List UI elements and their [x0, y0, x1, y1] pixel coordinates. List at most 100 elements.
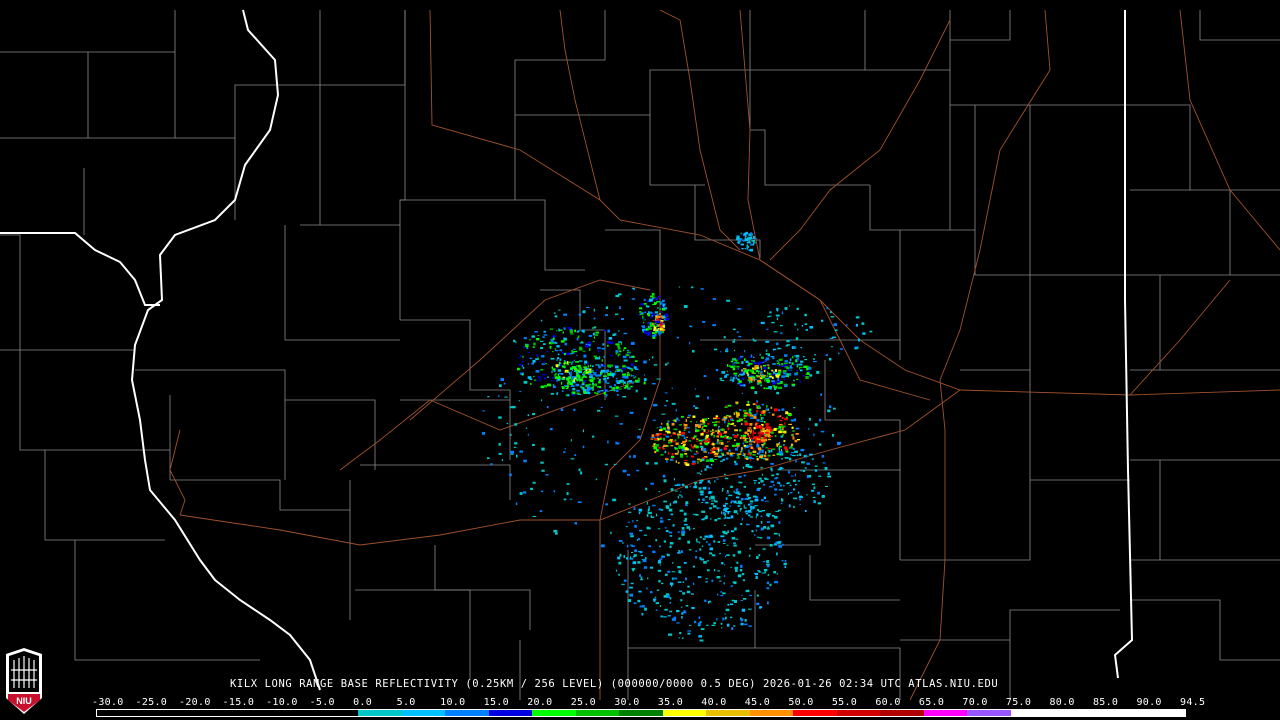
colorbar-segment	[836, 710, 881, 716]
echo-pixel	[523, 346, 525, 348]
echo-pixel	[650, 295, 653, 298]
echo-pixel	[744, 431, 748, 434]
echo-pixel	[861, 322, 865, 325]
echo-pixel	[705, 581, 708, 583]
echo-pixel	[767, 457, 769, 459]
echo-pixel	[752, 429, 755, 433]
echo-pixel	[593, 326, 597, 329]
echo-pixel	[780, 502, 783, 505]
echo-pixel	[555, 372, 557, 376]
echo-pixel	[733, 625, 736, 627]
echo-pixel	[672, 562, 674, 564]
echo-pixel	[693, 405, 696, 408]
echo-pixel	[623, 347, 627, 349]
echo-pixel	[692, 350, 695, 353]
echo-pixel	[703, 429, 706, 433]
echo-pixel	[800, 360, 804, 363]
echo-pixel	[826, 307, 829, 310]
echo-pixel	[785, 375, 788, 377]
echo-pixel	[724, 503, 729, 505]
echo-pixel	[677, 450, 679, 453]
echo-pixel	[617, 556, 621, 560]
colorbar-labels: -30.0 -25.0 -20.0 -15.0 -10.0 -5.0 0.0 5.0 10.0 1…	[92, 697, 1205, 709]
echo-pixel	[761, 403, 764, 406]
echo-pixel	[738, 375, 740, 377]
echo-pixel	[854, 347, 858, 350]
county-line	[44, 450, 165, 541]
echo-pixel	[743, 368, 747, 370]
echo-pixel	[752, 495, 757, 498]
echo-pixel	[552, 376, 556, 379]
echo-pixel	[574, 367, 578, 370]
echo-pixel	[783, 362, 788, 364]
echo-pixel	[681, 483, 685, 486]
echo-pixel	[763, 367, 767, 370]
echo-pixel	[752, 439, 754, 441]
echo-pixel	[767, 513, 771, 515]
echo-pixel	[667, 423, 669, 427]
echo-pixel	[552, 384, 555, 386]
echo-pixel	[802, 469, 806, 472]
echo-pixel	[619, 379, 624, 382]
echo-pixel	[565, 352, 570, 356]
echo-pixel	[646, 305, 650, 308]
echo-pixel	[616, 382, 621, 384]
echo-pixel	[790, 367, 793, 369]
echo-pixel	[727, 603, 730, 606]
colorbar-segment	[662, 710, 707, 716]
echo-pixel	[744, 457, 749, 459]
echo-pixel	[744, 422, 749, 426]
echo-pixel	[780, 324, 783, 327]
echo-pixel	[774, 516, 778, 519]
echo-pixel	[655, 609, 658, 611]
echo-pixel	[713, 423, 717, 427]
echo-pixel	[556, 379, 558, 382]
echo-pixel	[737, 455, 740, 458]
echo-pixel	[738, 502, 743, 505]
echo-pixel	[694, 388, 697, 390]
echo-pixel	[767, 438, 771, 441]
echo-pixel	[631, 298, 636, 300]
echo-pixel	[562, 351, 564, 354]
echo-pixel	[647, 333, 651, 336]
echo-pixel	[560, 408, 564, 411]
echo-pixel	[768, 386, 772, 389]
echo-pixel	[704, 442, 709, 446]
echo-pixel	[811, 483, 815, 486]
echo-pixel	[749, 248, 753, 252]
echo-pixel	[786, 340, 790, 343]
echo-pixel	[683, 424, 688, 427]
echo-pixel	[805, 376, 809, 379]
echo-pixel	[592, 332, 595, 336]
echo-pixel	[681, 616, 683, 619]
echo-pixel	[570, 439, 572, 442]
echo-pixel	[593, 308, 595, 312]
echo-pixel	[688, 440, 691, 442]
echo-pixel	[573, 359, 575, 362]
echo-pixel	[651, 313, 655, 317]
echo-pixel	[549, 345, 552, 348]
echo-pixel	[648, 511, 652, 514]
echo-pixel	[794, 323, 797, 326]
echo-pixel	[778, 423, 783, 426]
echo-pixel	[677, 433, 682, 436]
echo-pixel	[833, 323, 837, 326]
echo-pixel	[607, 440, 609, 444]
county-line	[869, 70, 951, 231]
highway-line	[429, 9, 1280, 396]
echo-pixel	[735, 445, 740, 447]
echo-pixel	[667, 570, 671, 573]
echo-pixel	[529, 376, 532, 378]
echo-pixel	[556, 330, 558, 332]
echo-pixel	[766, 521, 771, 523]
echo-pixel	[657, 328, 660, 330]
echo-pixel	[717, 541, 721, 543]
echo-pixel	[651, 434, 655, 437]
echo-pixel	[721, 627, 723, 629]
echo-pixel	[785, 372, 788, 376]
echo-pixel	[622, 469, 627, 473]
scale-label: 0.0	[353, 697, 373, 708]
echo-pixel	[771, 373, 775, 375]
echo-pixel	[644, 607, 647, 611]
echo-pixel	[687, 632, 691, 635]
